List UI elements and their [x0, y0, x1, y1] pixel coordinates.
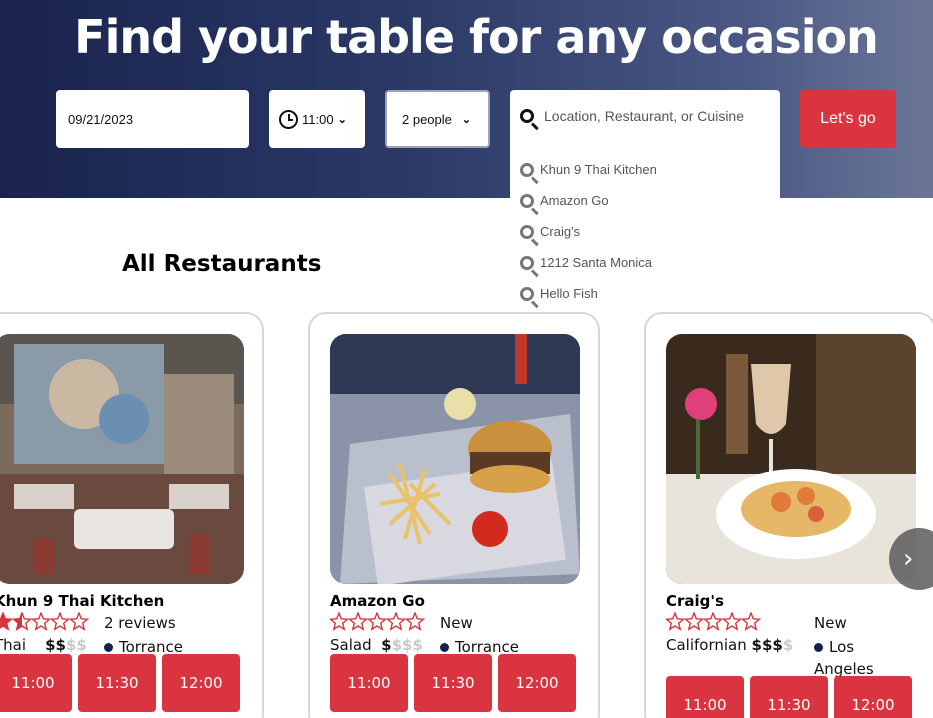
- time-slot-button[interactable]: 12:00: [834, 676, 912, 718]
- time-slots: 11:00 11:30 12:00: [330, 654, 576, 712]
- cuisine-label: Thai $$$$: [0, 636, 87, 654]
- search-icon: [520, 286, 534, 301]
- price-rest: $$: [65, 636, 87, 654]
- suggestion-label: Amazon Go: [540, 193, 609, 208]
- search-placeholder: Location, Restaurant, or Cuisine: [544, 108, 744, 124]
- suggestion-label: Khun 9 Thai Kitchen: [540, 162, 657, 177]
- lets-go-button[interactable]: Let's go: [800, 90, 896, 148]
- search-icon: [520, 255, 534, 270]
- location-dot-icon: [814, 643, 823, 652]
- search-suggestions: Khun 9 Thai Kitchen Amazon Go Craig's 12…: [520, 154, 657, 309]
- party-size-select[interactable]: 2 people ⌄: [385, 90, 490, 148]
- cuisine-name: Salad: [330, 636, 372, 654]
- review-count: 2 reviews: [104, 614, 176, 632]
- time-slot-button[interactable]: 12:00: [498, 654, 576, 712]
- chevron-right-icon: ›: [903, 544, 914, 574]
- suggestion-label: Craig's: [540, 224, 581, 239]
- time-slots: 11:00 11:30 12:00: [0, 654, 240, 712]
- suggestion-item[interactable]: Khun 9 Thai Kitchen: [520, 154, 657, 185]
- time-slots: 11:00 11:30 12:00: [666, 676, 912, 718]
- time-value: 11:00: [302, 111, 334, 127]
- time-slot-button[interactable]: 11:00: [330, 654, 408, 712]
- chevron-down-icon: ⌄: [337, 113, 347, 126]
- section-title: All Restaurants: [122, 251, 322, 277]
- time-slot-button[interactable]: 11:30: [750, 676, 828, 718]
- price-level: $: [381, 636, 392, 654]
- star-rating: [664, 611, 776, 637]
- time-slot-button[interactable]: 11:00: [0, 654, 72, 712]
- search-input-row[interactable]: Location, Restaurant, or Cuisine: [520, 108, 744, 124]
- restaurant-card[interactable]: Amazon Go New Salad $$$$ Torrance 11:00 …: [308, 312, 600, 718]
- restaurant-photo[interactable]: [330, 334, 580, 584]
- search-icon: [520, 193, 534, 208]
- suggestion-item[interactable]: Hello Fish: [520, 278, 657, 309]
- search-icon: [520, 224, 534, 239]
- price-rest: $$$: [391, 636, 423, 654]
- restaurant-card[interactable]: Craig's New Californian $$$$ Los Angeles…: [644, 312, 933, 718]
- time-slot-button[interactable]: 12:00: [162, 654, 240, 712]
- party-size-value: 2 people: [402, 111, 452, 127]
- restaurant-photo[interactable]: [0, 334, 244, 584]
- location-name: Los Angeles: [814, 638, 874, 678]
- time-slot-button[interactable]: 11:30: [414, 654, 492, 712]
- price-rest: $: [782, 636, 794, 654]
- date-value: 09/21/2023: [68, 111, 134, 127]
- suggestion-item[interactable]: Craig's: [520, 216, 657, 247]
- search-icon: [520, 109, 534, 123]
- suggestion-label: 1212 Santa Monica: [540, 255, 653, 270]
- time-slot-button[interactable]: 11:00: [666, 676, 744, 718]
- cuisine-label: Californian $$$$: [666, 636, 793, 654]
- search-input[interactable]: Location, Restaurant, or Cuisine Khun 9 …: [510, 90, 780, 301]
- hero-banner: Find your table for any occasion 09/21/2…: [0, 0, 933, 198]
- restaurant-name[interactable]: Amazon Go: [330, 592, 425, 610]
- location-label: Los Angeles: [814, 636, 894, 680]
- restaurant-photo[interactable]: [666, 334, 916, 584]
- restaurant-name[interactable]: Craig's: [666, 592, 724, 610]
- review-count: New: [814, 614, 847, 632]
- restaurant-name[interactable]: Khun 9 Thai Kitchen: [0, 592, 164, 610]
- suggestion-label: Hello Fish: [540, 286, 598, 301]
- cuisine-name: Thai: [0, 636, 27, 654]
- time-select[interactable]: 11:00 ⌄: [269, 90, 365, 148]
- cuisine-name: Californian: [666, 636, 747, 654]
- chevron-down-icon: ⌄: [461, 113, 472, 126]
- suggestion-item[interactable]: Amazon Go: [520, 185, 657, 216]
- price-level: $$: [45, 636, 66, 654]
- review-count: New: [440, 614, 473, 632]
- price-level: $$$: [751, 636, 783, 654]
- search-icon: [520, 162, 534, 177]
- suggestion-item[interactable]: 1212 Santa Monica: [520, 247, 657, 278]
- location-dot-icon: [104, 643, 113, 652]
- star-rating: [328, 611, 440, 637]
- page-title: Find your table for any occasion: [74, 10, 879, 64]
- date-input[interactable]: 09/21/2023: [56, 90, 249, 148]
- location-dot-icon: [440, 643, 449, 652]
- star-rating: [0, 611, 104, 637]
- restaurant-card[interactable]: Khun 9 Thai Kitchen 2 reviews Thai $$$$ …: [0, 312, 264, 718]
- cuisine-label: Salad $$$$: [330, 636, 423, 654]
- time-slot-button[interactable]: 11:30: [78, 654, 156, 712]
- clock-icon: [279, 109, 298, 129]
